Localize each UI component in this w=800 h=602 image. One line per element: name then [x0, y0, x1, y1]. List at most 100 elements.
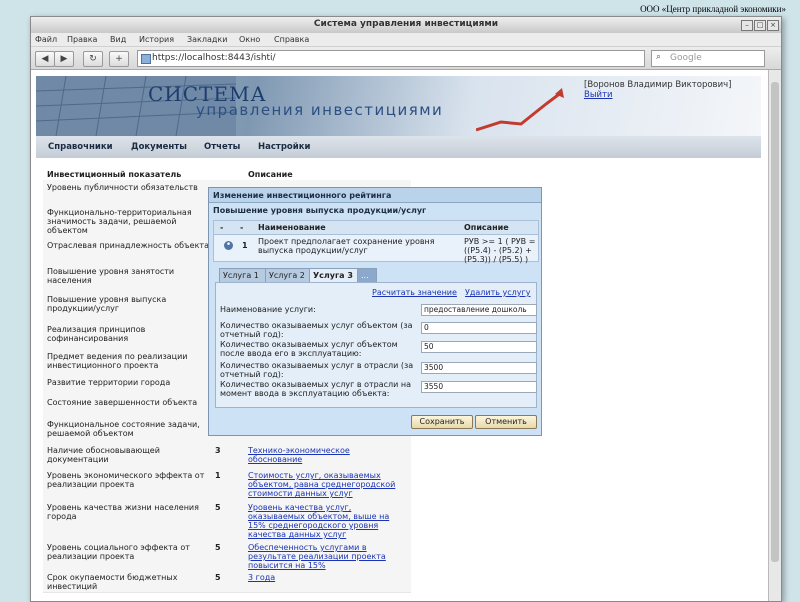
delete-service-link[interactable]: Удалить услугу	[465, 288, 530, 297]
user-name: [Воронов Владимир Викторович]	[584, 80, 732, 90]
indicator-description-link[interactable]: Стоимость услуг, оказываемых объектом, р…	[248, 471, 403, 498]
criteria-col-num: -	[240, 223, 244, 232]
nav-documents[interactable]: Документы	[131, 142, 187, 152]
service-form: Расчитать значение Удалить услугу Наимен…	[215, 282, 537, 408]
dialog-header: Изменение инвестиционного рейтинга	[209, 188, 541, 203]
app-banner: СИСТЕМА управления инвестициями [Воронов…	[36, 76, 761, 136]
menu-history[interactable]: История	[139, 35, 174, 44]
criteria-name: Проект предполагает сохранение уровня вы…	[258, 237, 435, 255]
menu-window[interactable]: Окно	[239, 35, 260, 44]
menu-bar: Файл Правка Вид История Закладки Окно Сп…	[31, 33, 781, 47]
rating-dialog: Изменение инвестиционного рейтинга Повыш…	[208, 187, 542, 436]
table-row[interactable]: Уровень экономического эффекта от реализ…	[43, 468, 411, 501]
menu-view[interactable]: Вид	[110, 35, 126, 44]
nav-reports[interactable]: Отчеты	[204, 142, 240, 152]
forward-icon[interactable]: ▶	[54, 51, 74, 67]
criteria-header: - - Наименование Описание	[214, 221, 538, 235]
nav-directories[interactable]: Справочники	[48, 142, 113, 152]
search-input[interactable]: ⌕ Google	[651, 50, 765, 67]
browser-toolbar: ◀ ▶ ↻ + https://localhost:8443/ishti/ ⌕ …	[31, 47, 781, 70]
indicator-name: Повышение уровня выпуска продукции/услуг	[47, 295, 167, 313]
indicator-name: Уровень качества жизни населения города	[47, 503, 199, 521]
banner-subtitle: управления инвестициями	[196, 101, 444, 119]
indicator-score: 3	[215, 446, 221, 455]
cancel-button[interactable]: Отменить	[475, 415, 537, 429]
indicator-name: Уровень публичности обязательств	[47, 183, 198, 192]
logout-link[interactable]: Выйти	[584, 90, 613, 100]
page-scrollbar[interactable]	[768, 70, 781, 601]
title-bar: Система управления инвестициями – □ ×	[31, 17, 781, 33]
slide-caption: ООО «Центр прикладной экономики»	[640, 4, 786, 14]
user-info: [Воронов Владимир Викторович] Выйти	[584, 80, 761, 100]
dialog-title: Изменение инвестиционного рейтинга	[213, 191, 392, 200]
indicator-name: Реализация принципов софинансирования	[47, 325, 146, 343]
criteria-table: - - Наименование Описание • 1 Проект пре…	[213, 220, 539, 264]
indicator-description-link[interactable]: Обеспеченность услугами в результате реа…	[248, 543, 403, 570]
indicator-description-link[interactable]: 3 года	[248, 573, 403, 582]
minimize-icon[interactable]: –	[741, 20, 753, 31]
back-icon[interactable]: ◀	[35, 51, 55, 67]
nav-settings[interactable]: Настройки	[258, 142, 310, 152]
indicator-name: Предмет ведения по реализации инвестицио…	[47, 352, 188, 370]
field-label-object-services-year: Количество оказываемых услуг объектом (з…	[220, 321, 413, 339]
industry-services-year-input[interactable]: 3500	[421, 362, 537, 374]
table-row[interactable]: Уровень качества жизни населения города 5…	[43, 500, 411, 541]
industry-services-commissioning-input[interactable]: 3550	[421, 381, 537, 393]
indicator-score: 5	[215, 573, 221, 582]
menu-edit[interactable]: Правка	[67, 35, 97, 44]
service-name-input[interactable]: предоставление дошколь	[421, 304, 537, 316]
object-services-after-input[interactable]: 50	[421, 341, 537, 353]
scroll-thumb[interactable]	[771, 82, 779, 562]
growth-arrow-graphic	[476, 88, 564, 132]
indicator-name: Уровень экономического эффекта от реализ…	[47, 471, 205, 489]
url-bar[interactable]: https://localhost:8443/ishti/	[137, 50, 645, 67]
new-tab-icon[interactable]: +	[109, 51, 129, 67]
menu-file[interactable]: Файл	[35, 35, 57, 44]
save-button[interactable]: Сохранить	[411, 415, 473, 429]
field-label-industry-services-commissioning: Количество оказываемых услуг в отрасли н…	[220, 380, 412, 398]
field-label-industry-services-year: Количество оказываемых услуг в отрасли (…	[220, 361, 414, 379]
indicator-name: Функционально-территориальная значимость…	[47, 208, 192, 235]
criteria-col-name: Наименование	[258, 223, 326, 232]
browser-window: Система управления инвестициями – □ × Фа…	[30, 16, 782, 602]
indicator-name: Повышение уровня занятости населения	[47, 267, 175, 285]
criteria-col-desc: Описание	[464, 223, 509, 232]
criteria-description: РУВ >= 1 ( РУВ = ((Р5.4) - (Р5.2) + (Р5.…	[464, 237, 536, 264]
page-content: СИСТЕМА управления инвестициями [Воронов…	[31, 70, 768, 601]
indicator-name: Наличие обосновывающей документации	[47, 446, 160, 464]
table-row[interactable]: Срок окупаемости бюджетных инвестиций 5 3 …	[43, 570, 411, 593]
reload-icon[interactable]: ↻	[83, 51, 103, 67]
tab-service-1[interactable]: Услуга 1	[219, 268, 267, 282]
menu-bookmarks[interactable]: Закладки	[187, 35, 227, 44]
field-label-object-services-after: Количество оказываемых услуг объектом по…	[220, 340, 398, 358]
criteria-number: 1	[242, 241, 248, 250]
indicator-name: Отраслевая принадлежность объекта	[47, 241, 209, 250]
object-services-year-input[interactable]: 0	[421, 322, 537, 334]
window-title: Система управления инвестициями	[313, 19, 499, 29]
search-placeholder: Google	[670, 53, 702, 63]
calculate-link[interactable]: Расчитать значение	[372, 288, 457, 297]
tab-service-2[interactable]: Услуга 2	[265, 268, 311, 282]
indicator-score: 1	[215, 471, 221, 480]
close-icon[interactable]: ×	[767, 20, 779, 31]
indicator-name: Уровень социального эффекта от реализаци…	[47, 543, 190, 561]
indicator-name: Развитие территории города	[47, 378, 171, 387]
search-icon: ⌕	[656, 52, 662, 62]
indicator-score: 5	[215, 543, 221, 552]
tab-service-3[interactable]: Услуга 3	[309, 268, 359, 282]
indicator-name: Состояние завершенности объекта	[47, 398, 198, 407]
indicator-name: Срок окупаемости бюджетных инвестиций	[47, 573, 178, 591]
field-label-service-name: Наименование услуги:	[220, 305, 316, 314]
main-nav: Справочники Документы Отчеты Настройки	[36, 136, 761, 158]
tab-more[interactable]: ...	[357, 268, 377, 282]
maximize-icon[interactable]: □	[754, 20, 766, 31]
menu-help[interactable]: Справка	[274, 35, 309, 44]
indicator-description-link[interactable]: Уровень качества услуг, оказываемых объе…	[248, 503, 403, 539]
dialog-subtitle: Повышение уровня выпуска продукции/услуг	[213, 206, 427, 215]
site-icon	[141, 54, 151, 64]
table-row[interactable]: Наличие обосновывающей документации 3 Техн…	[43, 443, 411, 469]
select-radio-icon[interactable]: •	[224, 241, 233, 250]
table-row[interactable]: Уровень социального эффекта от реализаци…	[43, 540, 411, 571]
url-text: https://localhost:8443/ishti/	[152, 53, 276, 63]
indicator-description-link[interactable]: Технико-экономическое обоснование	[248, 446, 403, 464]
